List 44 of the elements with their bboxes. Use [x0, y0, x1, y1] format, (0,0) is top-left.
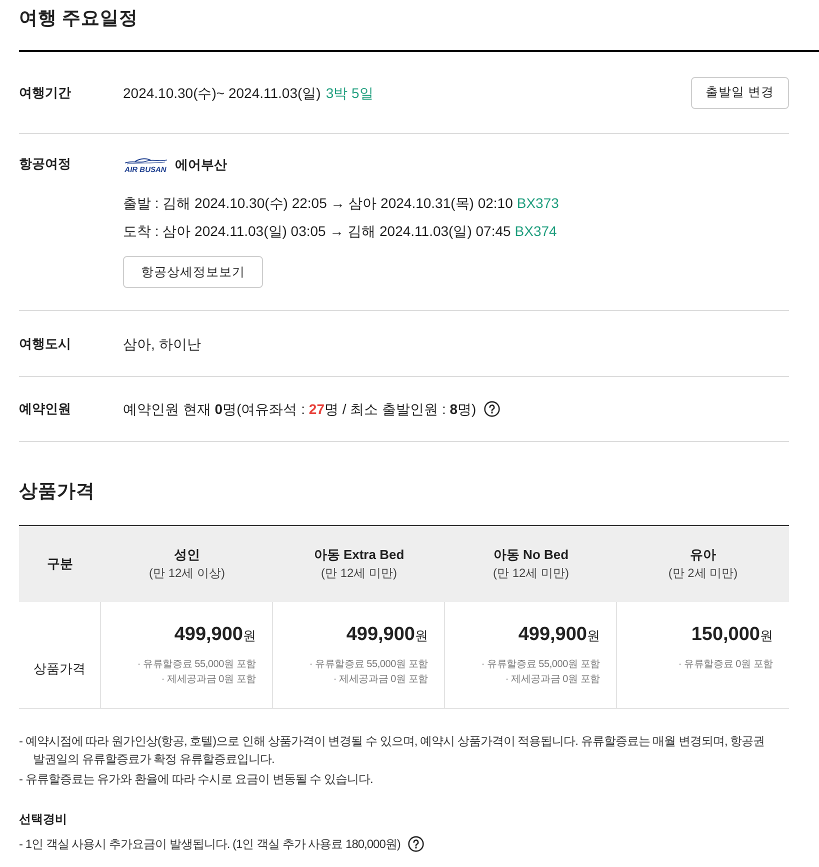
row-header: 상품가격	[34, 660, 86, 678]
price-detail: · 제세공과금 0원 포함	[505, 673, 600, 687]
flight-details-button[interactable]: 항공상세정보보기	[123, 256, 263, 288]
travel-dates: 2024.10.30(수)~ 2024.11.03(일)	[123, 84, 321, 102]
airline-name: 에어부산	[175, 156, 227, 174]
notice-text: - 예약시점에 따라 원가인상(항공, 호텔)으로 인해 상품가격이 변경될 수 있으며, 예약시 상품가격이 적용됩니다. 유류할증료는 매월 변경되며, 항공권 발권일의 유류할증료가 확정 유류할증료입니다.	[19, 733, 766, 768]
column-header: 유아	[690, 546, 716, 564]
price-amount: 499,900원	[346, 623, 428, 647]
age-range: (만 12세 이상)	[148, 565, 225, 582]
age-range: (만 12세 미만)	[492, 565, 569, 582]
price-amount: 499,900원	[174, 623, 256, 647]
section-title: 상품가격	[19, 479, 95, 503]
column-header: 구분	[47, 555, 73, 573]
row-label: 항공여정	[19, 155, 72, 173]
price-amount: 150,000원	[691, 623, 773, 647]
column-header: 성인	[174, 546, 200, 564]
notice-text: - 1인 객실 사용시 추가요금이 발생됩니다. (1인 객실 추가 사용료 180,000원)	[19, 836, 400, 853]
row-label: 예약인원	[19, 400, 72, 418]
travel-cities: 삼아, 하이난	[123, 334, 201, 354]
column-header: 아동 No Bed	[493, 546, 569, 564]
flight-number: BX374	[514, 222, 557, 240]
age-range: (만 2세 미만)	[668, 565, 738, 582]
help-icon[interactable]	[408, 836, 424, 852]
change-departure-button[interactable]: 출발일 변경	[690, 76, 789, 108]
age-range: (만 12세 미만)	[320, 565, 397, 582]
price-amount: 499,900원	[518, 623, 600, 647]
price-detail: · 제세공과금 0원 포함	[333, 673, 428, 687]
flight-number: BX373	[516, 194, 559, 212]
price-detail: · 유류할증료 55,000원 포함	[481, 658, 600, 672]
price-detail: · 제세공과금 0원 포함	[161, 673, 256, 687]
price-detail: · 유류할증료 55,000원 포함	[137, 658, 256, 672]
price-detail: · 유류할증료 55,000원 포함	[309, 658, 428, 672]
row-label: 여행기간	[19, 84, 72, 102]
section-title: 여행 주요일정	[19, 6, 138, 30]
row-label: 여행도시	[19, 334, 72, 352]
trip-duration: 3박 5일	[326, 84, 374, 102]
reservation-status: 예약인원 현재 0명(여유좌석 : 27명 / 최소 출발인원 : 8명)	[123, 400, 476, 419]
notice-text: - 유류할증료는 유가와 환율에 따라 수시로 요금이 변동될 수 있습니다.	[19, 771, 374, 788]
flight-leg: 출발 : 김해 2024.10.30(수) 22:05 → 삼아 2024.10.31(목) 02:10	[123, 194, 513, 213]
price-detail: · 유류할증료 0원 포함	[678, 658, 773, 672]
help-icon[interactable]	[484, 401, 500, 417]
subsection-title: 선택경비	[19, 811, 67, 828]
column-header: 아동 Extra Bed	[314, 546, 404, 564]
flight-leg: 도착 : 삼아 2024.11.03(일) 03:05 → 김해 2024.11.03(일) 07:45	[123, 222, 511, 241]
